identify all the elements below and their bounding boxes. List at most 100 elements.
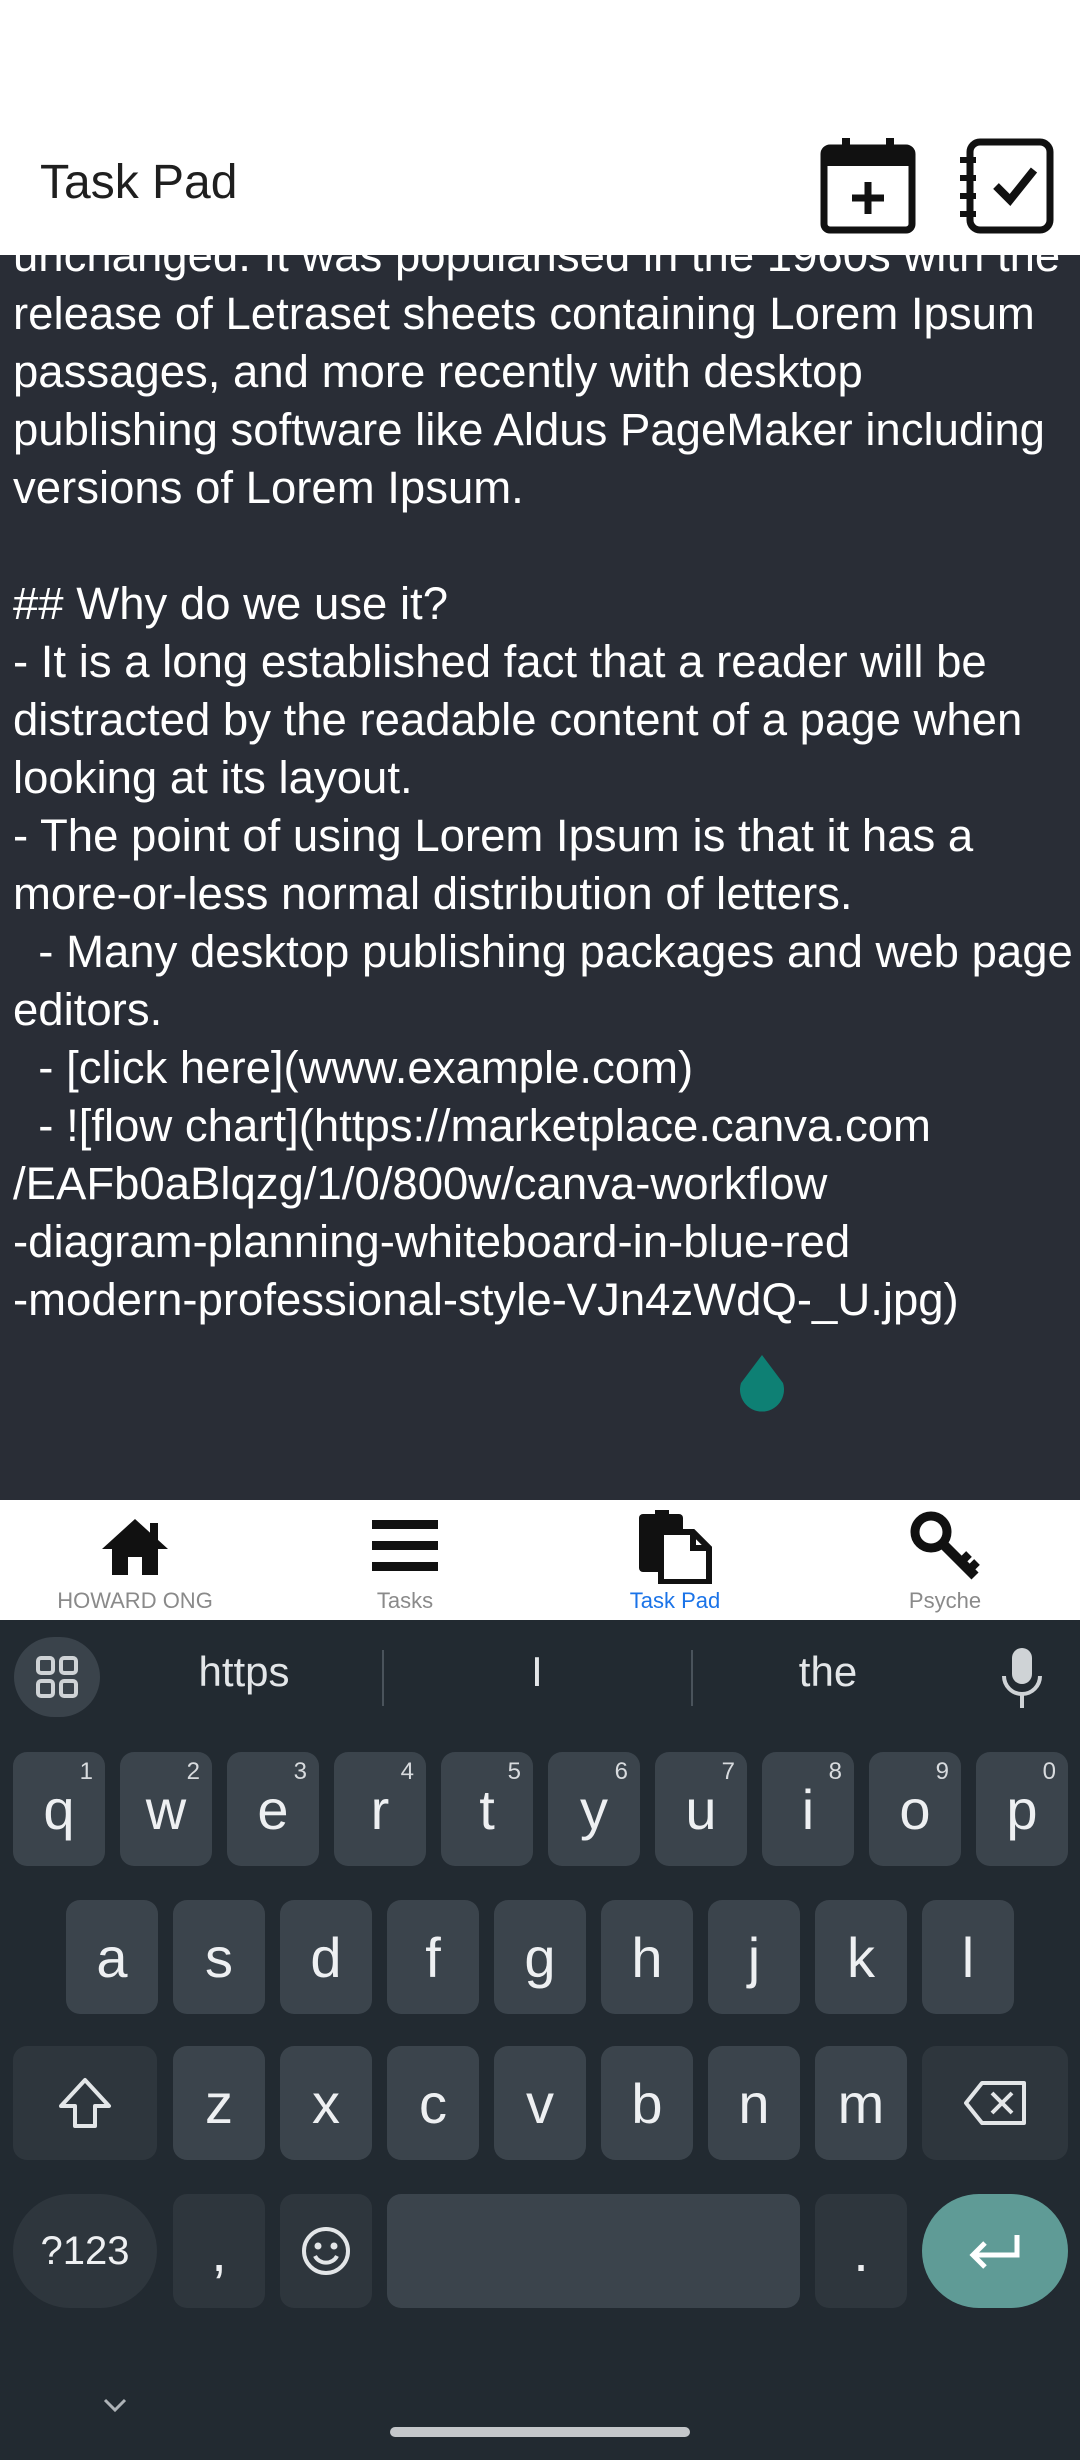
key-n[interactable]: n (708, 2046, 800, 2160)
key-k[interactable]: k (815, 1900, 907, 2014)
key-label: t (479, 1777, 495, 1841)
key-label: e (257, 1777, 289, 1841)
key-hint: 5 (507, 1758, 521, 1785)
nav-item-home[interactable]: HOWARD ONG (0, 1500, 270, 1620)
key-z[interactable]: z (173, 2046, 265, 2160)
key-w[interactable]: w2 (120, 1752, 212, 1866)
key-label: b (631, 2071, 663, 2135)
nav-item-task-pad[interactable]: Task Pad (540, 1500, 810, 1620)
key-j[interactable]: j (708, 1900, 800, 2014)
nav-label-task-pad: Task Pad (629, 1588, 721, 1613)
comma-key[interactable]: , (173, 2194, 265, 2308)
key-hint: 9 (935, 1758, 949, 1785)
calendar-add-icon (820, 138, 916, 234)
key-label: p (1006, 1777, 1038, 1841)
key-g[interactable]: g (494, 1900, 586, 2014)
enter-key[interactable] (922, 2194, 1068, 2308)
keyboard-menu-button[interactable] (14, 1637, 100, 1717)
key-x[interactable]: x (280, 2046, 372, 2160)
emoji-icon (302, 2227, 350, 2275)
shift-key[interactable] (13, 2046, 157, 2160)
key-label: v (526, 2071, 554, 2135)
key-label: m (837, 2071, 885, 2135)
key-label: w (145, 1777, 187, 1841)
key-label: z (205, 2071, 233, 2135)
suggestion-divider (382, 1650, 384, 1706)
key-label: s (205, 1925, 233, 1989)
key-d[interactable]: d (280, 1900, 372, 2014)
key-icon (910, 1511, 980, 1580)
key-label: q (43, 1777, 75, 1841)
key-c[interactable]: c (387, 2046, 479, 2160)
key-hint: 8 (828, 1758, 842, 1785)
key-a[interactable]: a (66, 1900, 158, 2014)
key-label: x (312, 2071, 340, 2135)
key-l[interactable]: l (922, 1900, 1014, 2014)
key-u[interactable]: u7 (655, 1752, 747, 1866)
key-hint: 6 (614, 1758, 628, 1785)
space-key[interactable] (387, 2194, 800, 2308)
suggestion-1[interactable]: https (144, 1648, 344, 1696)
key-o[interactable]: o9 (869, 1752, 961, 1866)
home-indicator (390, 2427, 690, 2437)
key-label: n (738, 2071, 770, 2135)
key-hint: 7 (721, 1758, 735, 1785)
period-key[interactable]: . (815, 2194, 907, 2308)
key-label: u (685, 1777, 717, 1841)
emoji-key[interactable] (280, 2194, 372, 2308)
key-r[interactable]: r4 (334, 1752, 426, 1866)
backspace-key[interactable] (922, 2046, 1068, 2160)
key-t[interactable]: t5 (441, 1752, 533, 1866)
note-editor-text[interactable]: unchanged. It was popularised in the 196… (13, 255, 1073, 1329)
suggestion-strip: https I the (0, 1620, 1080, 1735)
note-editor[interactable]: unchanged. It was popularised in the 196… (0, 255, 1080, 1500)
bottom-nav: HOWARD ONG Tasks Task Pad Psyche (0, 1500, 1080, 1620)
on-screen-keyboard: https I the q1 w2 e3 r4 t5 y6 u7 i8 o9 p… (0, 1620, 1080, 2460)
key-label: i (801, 1777, 815, 1841)
key-q[interactable]: q1 (13, 1752, 105, 1866)
grid-icon (36, 1656, 78, 1698)
suggestion-2[interactable]: I (437, 1648, 637, 1696)
key-label: h (631, 1925, 663, 1989)
key-label: f (425, 1925, 441, 1989)
key-hint: 4 (400, 1758, 414, 1785)
nav-item-tasks[interactable]: Tasks (270, 1500, 540, 1620)
shift-icon (59, 2078, 111, 2128)
key-label: c (419, 2071, 447, 2135)
key-h[interactable]: h (601, 1900, 693, 2014)
task-checklist-button[interactable] (956, 136, 1056, 236)
chevron-down-icon[interactable] (95, 2390, 135, 2420)
key-label: j (747, 1925, 761, 1989)
key-label: k (847, 1925, 875, 1989)
microphone-icon[interactable] (1000, 1646, 1044, 1710)
key-hint: 1 (79, 1758, 93, 1785)
add-event-button[interactable] (818, 136, 918, 236)
text-cursor-handle[interactable] (737, 1353, 787, 1415)
key-v[interactable]: v (494, 2046, 586, 2160)
key-f[interactable]: f (387, 1900, 479, 2014)
nav-label-psyche: Psyche (908, 1588, 982, 1613)
key-label: g (524, 1925, 556, 1989)
suggestion-3[interactable]: the (728, 1648, 928, 1696)
key-hint: 2 (186, 1758, 200, 1785)
key-hint: 3 (293, 1758, 307, 1785)
nav-item-psyche[interactable]: Psyche (810, 1500, 1080, 1620)
key-p[interactable]: p0 (976, 1752, 1068, 1866)
key-label: l (961, 1925, 975, 1989)
backspace-icon (964, 2081, 1026, 2125)
key-y[interactable]: y6 (548, 1752, 640, 1866)
key-m[interactable]: m (815, 2046, 907, 2160)
key-hint: 0 (1042, 1758, 1056, 1785)
key-b[interactable]: b (601, 2046, 693, 2160)
key-s[interactable]: s (173, 1900, 265, 2014)
nav-label-tasks: Tasks (376, 1588, 434, 1613)
suggestion-divider (691, 1650, 693, 1706)
key-label: d (310, 1925, 342, 1989)
symbols-key[interactable]: ?123 (13, 2194, 157, 2308)
status-bar (0, 0, 1080, 110)
key-label: a (96, 1925, 128, 1989)
page-title: Task Pad (40, 156, 238, 209)
key-e[interactable]: e3 (227, 1752, 319, 1866)
key-i[interactable]: i8 (762, 1752, 854, 1866)
menu-icon (372, 1520, 438, 1571)
